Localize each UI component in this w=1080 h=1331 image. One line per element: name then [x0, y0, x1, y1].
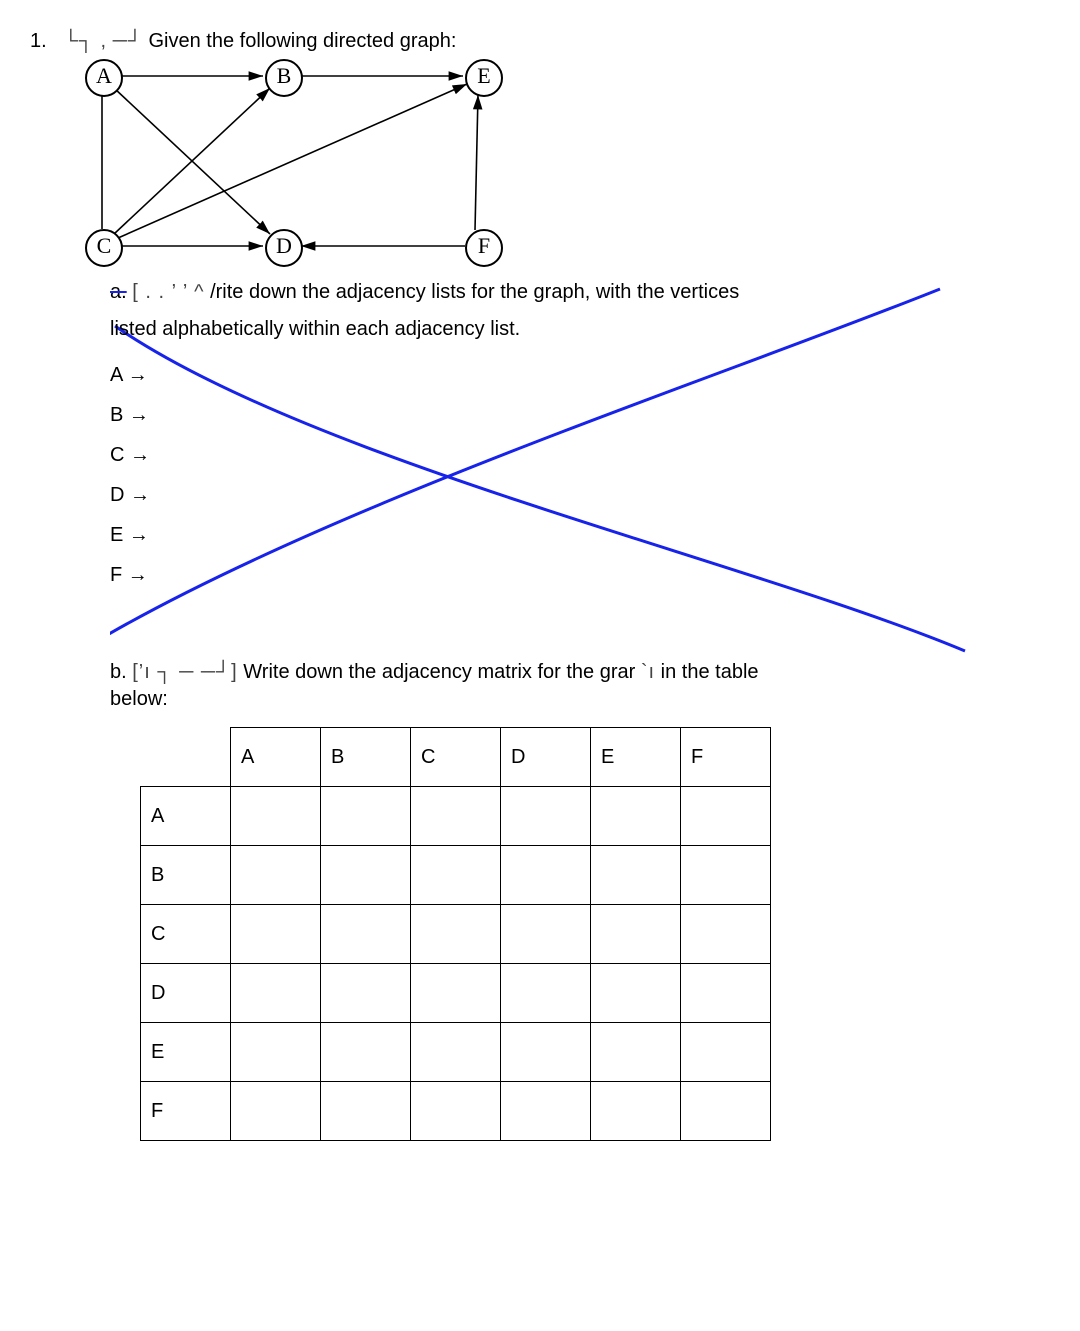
adj-row: D →	[110, 475, 1050, 515]
table-row: D	[141, 964, 771, 1023]
table-row: C	[141, 905, 771, 964]
col-header: C	[411, 728, 501, 787]
graph-edges	[85, 59, 525, 269]
col-header: D	[501, 728, 591, 787]
graph-node-d: D	[265, 229, 303, 267]
matrix-cell[interactable]	[681, 1023, 771, 1082]
matrix-cell[interactable]	[681, 1082, 771, 1141]
row-header: D	[141, 964, 231, 1023]
matrix-cell[interactable]	[231, 964, 321, 1023]
adjacency-matrix-table: A B C D E F A B C D E F	[140, 727, 771, 1141]
adjacency-list: A → B → C → D → E → F →	[110, 355, 1050, 595]
table-row: B	[141, 846, 771, 905]
part-b: b. [’ı ┐ ─ ─┘] Write down the adjacency …	[110, 661, 1050, 1141]
matrix-cell[interactable]	[411, 787, 501, 846]
matrix-cell[interactable]	[231, 1082, 321, 1141]
obscured-text: [’ı ┐ ─ ─┘]	[132, 661, 237, 683]
matrix-cell[interactable]	[501, 1082, 591, 1141]
matrix-cell[interactable]	[231, 905, 321, 964]
matrix-cell[interactable]	[321, 1082, 411, 1141]
part-b-line1b: in the table	[661, 661, 759, 683]
adj-row: B →	[110, 395, 1050, 435]
graph-node-b: B	[265, 59, 303, 97]
matrix-cell[interactable]	[591, 846, 681, 905]
row-header: C	[141, 905, 231, 964]
row-header: A	[141, 787, 231, 846]
obscured-text: ─┘	[113, 30, 143, 52]
adj-row: F →	[110, 555, 1050, 595]
table-row: F	[141, 1082, 771, 1141]
row-header: B	[141, 846, 231, 905]
part-b-line1a: Write down the adjacency matrix for the …	[243, 661, 635, 683]
part-a-line1: /rite down the adjacency lists for the g…	[210, 281, 739, 303]
part-a-text: a. [ . . ’ ’ ^ /rite down the adjacency …	[110, 281, 1050, 341]
part-a-label: a.	[110, 281, 127, 303]
edge	[118, 84, 467, 238]
matrix-cell[interactable]	[501, 846, 591, 905]
matrix-cell[interactable]	[321, 1023, 411, 1082]
matrix-cell[interactable]	[501, 964, 591, 1023]
graph-node-c: C	[85, 229, 123, 267]
matrix-cell[interactable]	[681, 787, 771, 846]
col-header: A	[231, 728, 321, 787]
matrix-cell[interactable]	[501, 905, 591, 964]
adj-row: A →	[110, 355, 1050, 395]
matrix-cell[interactable]	[321, 846, 411, 905]
obscured-text: `ı	[641, 661, 655, 683]
table-row: A B C D E F	[141, 728, 771, 787]
col-header: B	[321, 728, 411, 787]
obscured-text: [ . . ’ ’ ^	[132, 281, 204, 303]
matrix-cell[interactable]	[231, 846, 321, 905]
question-number: 1.	[30, 30, 58, 53]
matrix-cell[interactable]	[501, 1023, 591, 1082]
part-b-label: b.	[110, 661, 127, 683]
matrix-cell[interactable]	[321, 905, 411, 964]
graph-node-e: E	[465, 59, 503, 97]
matrix-cell[interactable]	[591, 964, 681, 1023]
part-a: a. [ . . ’ ’ ^ /rite down the adjacency …	[110, 281, 1050, 641]
directed-graph: A B E C D F	[85, 59, 525, 269]
edge	[114, 88, 270, 234]
matrix-cell[interactable]	[321, 787, 411, 846]
matrix-cell[interactable]	[591, 905, 681, 964]
edge	[475, 95, 478, 230]
matrix-cell[interactable]	[411, 964, 501, 1023]
matrix-cell[interactable]	[411, 1082, 501, 1141]
question-line: 1. └┐ , ─┘ Given the following directed …	[30, 30, 1050, 53]
col-header: E	[591, 728, 681, 787]
matrix-cell[interactable]	[411, 1023, 501, 1082]
matrix-cell[interactable]	[231, 1023, 321, 1082]
part-b-line2: below:	[110, 688, 168, 710]
graph-node-a: A	[85, 59, 123, 97]
matrix-cell[interactable]	[411, 905, 501, 964]
question-intro: Given the following directed graph:	[148, 30, 456, 52]
matrix-cell[interactable]	[501, 787, 591, 846]
matrix-cell[interactable]	[591, 1082, 681, 1141]
matrix-cell[interactable]	[681, 846, 771, 905]
matrix-cell[interactable]	[231, 787, 321, 846]
adj-row: E →	[110, 515, 1050, 555]
part-a-line2: listed alphabetically within each adjace…	[110, 318, 520, 340]
table-corner	[141, 728, 231, 787]
edge	[114, 88, 270, 234]
obscured-text: └┐ ,	[64, 30, 107, 52]
matrix-cell[interactable]	[411, 846, 501, 905]
row-header: E	[141, 1023, 231, 1082]
matrix-cell[interactable]	[591, 787, 681, 846]
matrix-cell[interactable]	[321, 964, 411, 1023]
table-row: E	[141, 1023, 771, 1082]
table-row: A	[141, 787, 771, 846]
col-header: F	[681, 728, 771, 787]
matrix-cell[interactable]	[681, 905, 771, 964]
matrix-cell[interactable]	[681, 964, 771, 1023]
graph-node-f: F	[465, 229, 503, 267]
row-header: F	[141, 1082, 231, 1141]
matrix-cell[interactable]	[591, 1023, 681, 1082]
part-b-text: b. [’ı ┐ ─ ─┘] Write down the adjacency …	[110, 661, 1050, 711]
adj-row: C →	[110, 435, 1050, 475]
